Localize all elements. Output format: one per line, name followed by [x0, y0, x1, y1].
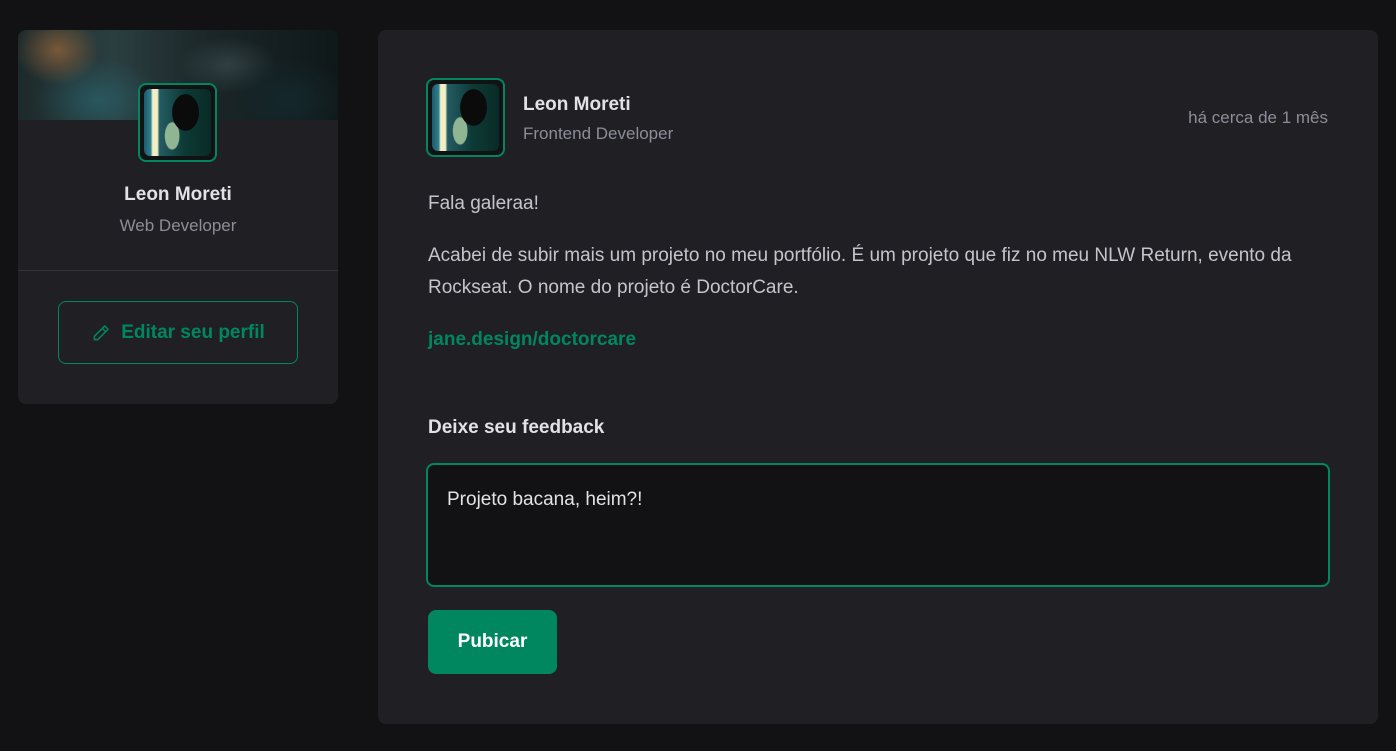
profile-sidebar: Leon Moreti Web Developer Editar seu per…: [18, 30, 338, 404]
pencil-icon: [93, 324, 110, 340]
post-timestamp[interactable]: há cerca de 1 mês: [1188, 108, 1328, 128]
post-author-name: Leon Moreti: [523, 94, 631, 115]
profile-name: Leon Moreti: [124, 184, 232, 205]
avatar-frame: [138, 83, 217, 162]
avatar-image: [432, 84, 499, 151]
post-author-role: Frontend Developer: [523, 124, 674, 143]
avatar-image: [144, 89, 211, 156]
publish-button[interactable]: Pubicar: [428, 610, 557, 674]
divider: [18, 270, 338, 271]
avatar-frame: [426, 78, 505, 157]
post-content: Fala galeraa! Acabei de subir mais um pr…: [428, 188, 1328, 376]
avatar[interactable]: [138, 83, 217, 162]
profile-role: Web Developer: [119, 216, 237, 235]
feedback-title: Deixe seu feedback: [428, 417, 605, 438]
post-author-avatar[interactable]: [426, 78, 505, 157]
post-link-paragraph: jane.design/doctorcare: [428, 324, 1328, 356]
edit-profile-label: Editar seu perfil: [121, 321, 265, 343]
post-paragraph: Acabei de subir mais um projeto no meu p…: [428, 245, 1292, 298]
post-card: Leon Moreti Frontend Developer há cerca …: [378, 30, 1378, 724]
edit-profile-button[interactable]: Editar seu perfil: [58, 301, 298, 364]
post-paragraph: Fala galeraa!: [428, 193, 539, 214]
comment-input[interactable]: Projeto bacana, heim?!: [426, 463, 1330, 587]
post-link[interactable]: jane.design/doctorcare: [428, 329, 636, 350]
